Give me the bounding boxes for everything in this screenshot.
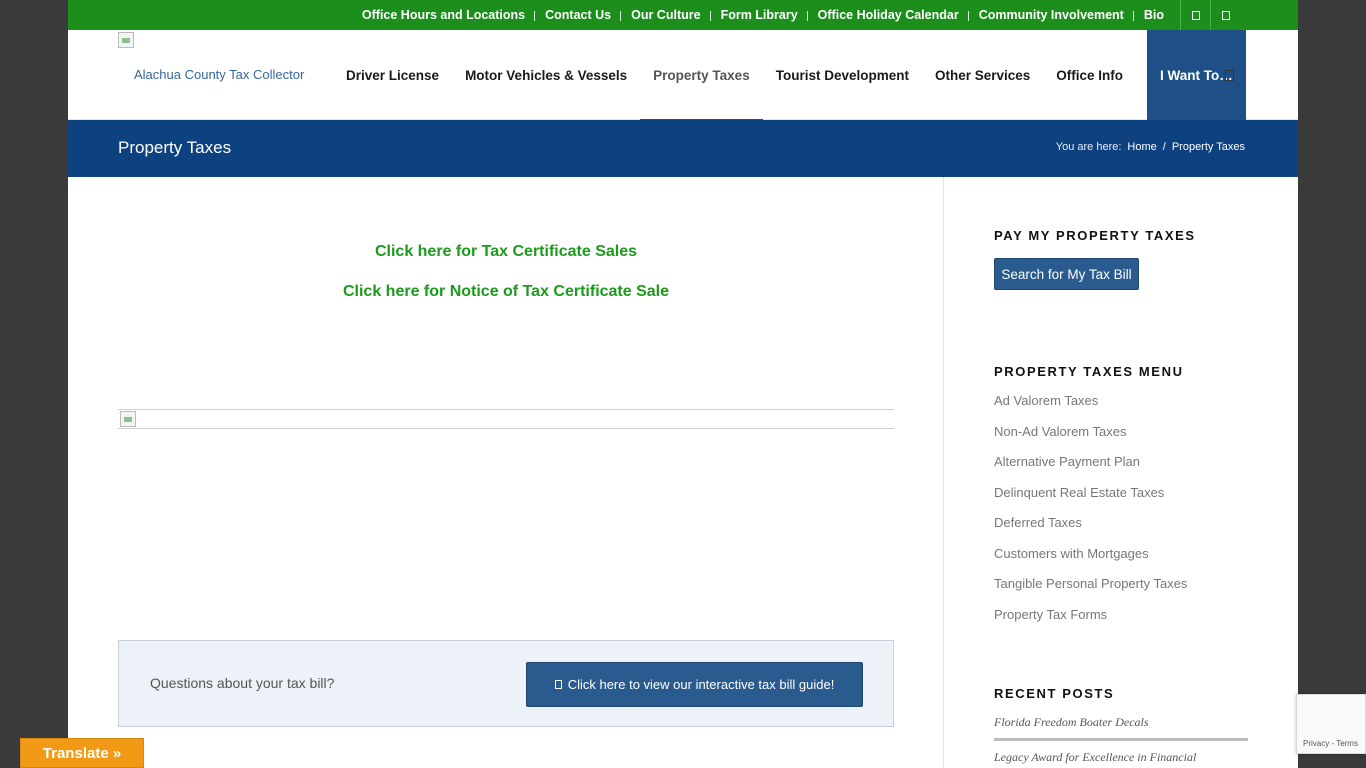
recaptcha-legal[interactable]: Privacy - Terms xyxy=(1303,739,1358,748)
top-link-contact-us[interactable]: Contact Us xyxy=(534,8,621,22)
recent-posts: Florida Freedom Boater Decals Legacy Awa… xyxy=(994,715,1248,765)
logo-alt-text: Alachua County Tax Collector xyxy=(134,67,305,82)
tax-certificate-sales-link[interactable]: Click here for Tax Certificate Sales xyxy=(118,243,894,261)
notice-of-tax-certificate-sale-link[interactable]: Click here for Notice of Tax Certificate… xyxy=(118,283,894,301)
nav-driver-license[interactable]: Driver License xyxy=(333,30,452,120)
post-link[interactable]: Legacy Award for Excellence in Financial xyxy=(994,750,1248,765)
breadcrumb-home[interactable]: Home xyxy=(1127,141,1156,153)
menu-item-forms[interactable]: Property Tax Forms xyxy=(994,607,1187,638)
main-header: Alachua County Tax Collector Driver Lice… xyxy=(68,30,1298,121)
tax-bill-guide-button[interactable]: Click here to view our interactive tax b… xyxy=(526,662,863,707)
page: Office Hours and Locations Contact Us Ou… xyxy=(68,0,1298,768)
top-link-office-hours[interactable]: Office Hours and Locations xyxy=(352,8,535,22)
breadcrumb-label: You are here: xyxy=(1055,141,1122,153)
broken-image-icon xyxy=(118,32,134,48)
sidebar: PAY MY PROPERTY TAXES Search for My Tax … xyxy=(994,177,1254,768)
breadcrumb-current: Property Taxes xyxy=(1171,141,1245,153)
search-button[interactable] xyxy=(1214,30,1244,120)
broken-image xyxy=(118,409,894,429)
search-tax-bill-button[interactable]: Search for My Tax Bill xyxy=(994,258,1139,290)
menu-item-alternative-payment[interactable]: Alternative Payment Plan xyxy=(994,454,1187,485)
post-link[interactable]: Florida Freedom Boater Decals xyxy=(994,715,1248,730)
menu-item-non-ad-valorem[interactable]: Non-Ad Valorem Taxes xyxy=(994,424,1187,455)
missing-glyph-icon xyxy=(554,680,562,689)
top-link-community[interactable]: Community Involvement xyxy=(967,8,1134,22)
social-icons xyxy=(1180,0,1240,30)
nav-property-taxes[interactable]: Property Taxes xyxy=(640,30,763,121)
nav-tourist-development[interactable]: Tourist Development xyxy=(763,30,922,120)
social-icon-1[interactable] xyxy=(1180,0,1210,30)
missing-glyph-icon xyxy=(1221,10,1230,20)
translate-button[interactable]: Translate » xyxy=(20,738,144,768)
tax-bill-guide-label: Click here to view our interactive tax b… xyxy=(567,677,835,692)
menu-item-tangible[interactable]: Tangible Personal Property Taxes xyxy=(994,576,1187,607)
menu-item-delinquent[interactable]: Delinquent Real Estate Taxes xyxy=(994,485,1187,516)
post-separator xyxy=(994,738,1248,741)
top-links: Office Hours and Locations Contact Us Ou… xyxy=(352,0,1174,30)
menu-item-ad-valorem[interactable]: Ad Valorem Taxes xyxy=(994,393,1187,424)
menu-item-mortgages[interactable]: Customers with Mortgages xyxy=(994,546,1187,577)
recaptcha-badge[interactable]: Privacy - Terms xyxy=(1296,694,1366,754)
top-link-form-library[interactable]: Form Library xyxy=(709,8,808,22)
broken-image-icon xyxy=(120,411,136,427)
breadcrumb: You are here: Home / Property Taxes xyxy=(1056,141,1245,153)
main-nav: Driver License Motor Vehicles & Vessels … xyxy=(333,30,1246,121)
site-logo[interactable]: Alachua County Tax Collector xyxy=(118,32,318,118)
main-content: Click here for Tax Certificate Sales Cli… xyxy=(118,177,894,768)
nav-office-info[interactable]: Office Info xyxy=(1043,30,1136,120)
nav-motor-vehicles[interactable]: Motor Vehicles & Vessels xyxy=(452,30,640,120)
top-utility-bar: Office Hours and Locations Contact Us Ou… xyxy=(68,0,1298,30)
callout-question: Questions about your tax bill? xyxy=(150,675,335,691)
property-taxes-menu-title: PROPERTY TAXES MENU xyxy=(994,364,1184,379)
title-bar: Property Taxes You are here: Home / Prop… xyxy=(68,120,1298,177)
nav-other-services[interactable]: Other Services xyxy=(922,30,1043,120)
top-link-holiday-calendar[interactable]: Office Holiday Calendar xyxy=(806,8,969,22)
breadcrumb-separator: / xyxy=(1162,141,1166,153)
property-taxes-menu: Ad Valorem Taxes Non-Ad Valorem Taxes Al… xyxy=(994,393,1187,637)
sidebar-divider xyxy=(943,177,944,768)
page-title: Property Taxes xyxy=(118,138,232,157)
menu-item-deferred[interactable]: Deferred Taxes xyxy=(994,515,1187,546)
social-icon-2[interactable] xyxy=(1210,0,1240,30)
missing-glyph-icon xyxy=(1191,10,1200,20)
search-icon xyxy=(1224,69,1234,81)
pay-widget-title: PAY MY PROPERTY TAXES xyxy=(994,228,1196,243)
tax-bill-callout: Questions about your tax bill? Click her… xyxy=(118,640,894,727)
recent-posts-title: RECENT POSTS xyxy=(994,686,1115,701)
top-link-our-culture[interactable]: Our Culture xyxy=(620,8,710,22)
top-link-bio[interactable]: Bio xyxy=(1132,8,1174,22)
